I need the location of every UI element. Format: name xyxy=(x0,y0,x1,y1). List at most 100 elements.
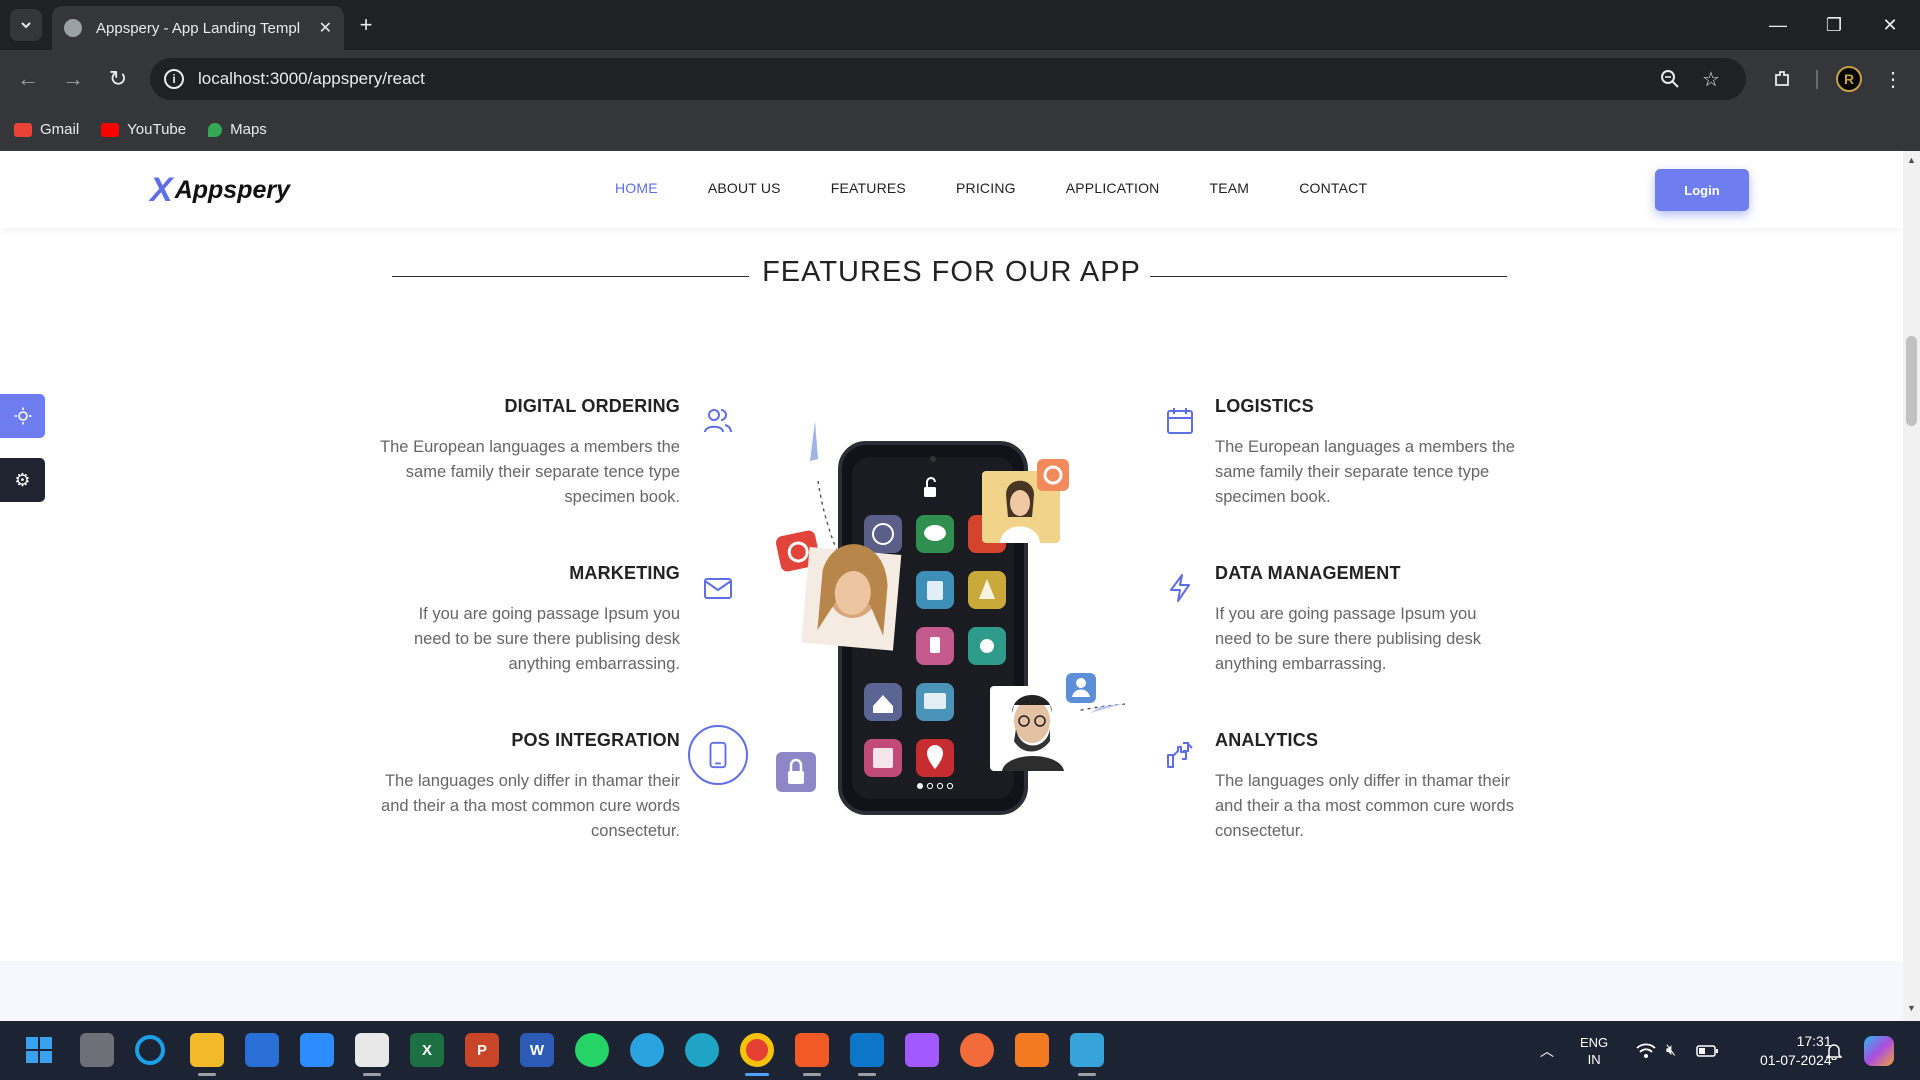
feature-pos-integration: POS INTEGRATION The languages only diffe… xyxy=(380,730,680,844)
mail-icon xyxy=(698,568,738,608)
scroll-down-arrow[interactable]: ▼ xyxy=(1907,1003,1916,1013)
excel-icon[interactable]: X xyxy=(410,1033,444,1067)
feature-analytics: ANALYTICS The languages only differ in t… xyxy=(1215,730,1515,844)
forward-button[interactable]: → xyxy=(58,64,88,94)
next-section-band xyxy=(0,961,1903,1021)
feature-title: DATA MANAGEMENT xyxy=(1215,563,1401,583)
page-scrollbar[interactable]: ▲ ▼ xyxy=(1903,151,1920,1021)
file-explorer-icon[interactable] xyxy=(190,1033,224,1067)
microsoft-store-icon[interactable] xyxy=(245,1033,279,1067)
gmail-icon xyxy=(14,122,32,137)
restore-button[interactable]: ❐ xyxy=(1806,0,1862,50)
bookmark-youtube[interactable]: YouTube xyxy=(101,121,186,138)
minimize-button[interactable]: — xyxy=(1750,0,1806,50)
xampp-icon[interactable] xyxy=(1015,1033,1049,1067)
reload-button[interactable]: ↻ xyxy=(103,64,133,94)
page-viewport: X Appspery HOME ABOUT US FEATURES PRICIN… xyxy=(0,151,1920,1021)
feature-title: POS INTEGRATION xyxy=(511,730,680,750)
nav-home[interactable]: HOME xyxy=(615,180,658,196)
running-indicator xyxy=(1078,1073,1096,1076)
nav-features[interactable]: FEATURES xyxy=(831,180,906,196)
nav-application[interactable]: APPLICATION xyxy=(1066,180,1160,196)
feature-text: The European languages a members the sam… xyxy=(1215,438,1515,506)
feature-text: If you are going passage Ipsum you need … xyxy=(1215,605,1482,673)
bookmark-gmail[interactable]: Gmail xyxy=(14,121,79,138)
browser-toolbar: ← → ↻ i localhost:3000/appspery/react ☆ … xyxy=(0,50,1920,108)
lightning-icon xyxy=(1160,568,1200,608)
feature-title: MARKETING xyxy=(569,563,680,583)
users-icon xyxy=(698,401,738,441)
extensions-icon[interactable] xyxy=(1767,64,1797,94)
site-header: X Appspery HOME ABOUT US FEATURES PRICIN… xyxy=(0,151,1903,228)
globe-icon xyxy=(64,19,82,37)
chrome-icon[interactable] xyxy=(740,1033,774,1067)
feature-logistics: LOGISTICS The European languages a membe… xyxy=(1215,396,1515,510)
logo-text: Appspery xyxy=(174,175,290,204)
active-indicator xyxy=(745,1073,769,1076)
zoom-app-icon[interactable] xyxy=(300,1033,334,1067)
settings-button[interactable]: ⚙ xyxy=(0,458,45,502)
feature-title: ANALYTICS xyxy=(1215,730,1319,750)
wifi-icon[interactable] xyxy=(1636,1021,1656,1080)
menu-kebab-icon[interactable]: ⋮ xyxy=(1878,64,1908,94)
address-bar[interactable]: i localhost:3000/appspery/react ☆ xyxy=(150,58,1746,100)
running-indicator xyxy=(363,1073,381,1076)
figma-icon[interactable] xyxy=(905,1033,939,1067)
running-indicator xyxy=(858,1073,876,1076)
sun-icon xyxy=(14,407,31,425)
task-view-icon[interactable] xyxy=(80,1033,114,1067)
tablet-icon xyxy=(688,725,748,785)
running-indicator xyxy=(198,1073,216,1076)
powerpoint-icon[interactable]: P xyxy=(465,1033,499,1067)
gear-icon: ⚙ xyxy=(14,469,31,490)
close-tab-icon[interactable]: ✕ xyxy=(319,18,332,38)
scroll-up-arrow[interactable]: ▲ xyxy=(1907,155,1916,165)
close-window-button[interactable]: ✕ xyxy=(1862,0,1918,50)
postman-icon[interactable] xyxy=(960,1033,994,1067)
new-tab-button[interactable]: + xyxy=(352,11,380,39)
tab-title: Appspery - App Landing Templ xyxy=(96,19,301,37)
bookmark-star-icon[interactable]: ☆ xyxy=(1702,58,1720,100)
main-nav: HOME ABOUT US FEATURES PRICING APPLICATI… xyxy=(615,180,1417,196)
feature-text: The European languages a members the sam… xyxy=(380,438,680,506)
zoom-icon[interactable] xyxy=(1660,58,1680,100)
phone-illustration xyxy=(770,421,1140,831)
tab-search-button[interactable] xyxy=(10,9,42,41)
battery-icon[interactable] xyxy=(1696,1021,1718,1080)
nav-pricing[interactable]: PRICING xyxy=(956,180,1016,196)
vscode-icon[interactable] xyxy=(850,1033,884,1067)
nav-about-us[interactable]: ABOUT US xyxy=(708,180,781,196)
back-button[interactable]: ← xyxy=(13,64,43,94)
edge-icon[interactable] xyxy=(685,1033,719,1067)
scrollbar-thumb[interactable] xyxy=(1906,336,1917,426)
nav-team[interactable]: TEAM xyxy=(1209,180,1249,196)
thumbs-icon xyxy=(1160,735,1200,775)
bookmarks-bar: Gmail YouTube Maps xyxy=(0,108,1920,151)
show-hidden-icons[interactable]: ︿ xyxy=(1540,1021,1554,1080)
theme-toggle-button[interactable] xyxy=(0,394,45,438)
bookmark-maps[interactable]: Maps xyxy=(208,121,267,138)
browser-tab[interactable]: Appspery - App Landing Templ ✕ xyxy=(52,6,344,50)
notification-bell-icon[interactable] xyxy=(1826,1021,1842,1080)
copilot-icon[interactable] xyxy=(1864,1021,1894,1080)
snipping-tool-icon[interactable] xyxy=(355,1033,389,1067)
notepad-icon[interactable] xyxy=(1070,1033,1104,1067)
site-logo[interactable]: X Appspery xyxy=(150,173,290,207)
chevron-down-icon xyxy=(21,22,31,29)
profile-avatar[interactable]: R xyxy=(1834,64,1864,94)
brave-icon[interactable] xyxy=(795,1033,829,1067)
site-info-icon[interactable]: i xyxy=(164,69,184,89)
telegram-icon[interactable] xyxy=(630,1033,664,1067)
windows-start-icon[interactable] xyxy=(22,1033,56,1067)
calendar-icon xyxy=(1160,401,1200,441)
login-button[interactable]: Login xyxy=(1655,169,1749,211)
whatsapp-icon[interactable] xyxy=(575,1033,609,1067)
logo-mark: X xyxy=(150,171,173,209)
language-indicator[interactable]: ENG IN xyxy=(1580,1021,1608,1080)
clock[interactable]: 17:31 01-07-2024 xyxy=(1760,1021,1832,1080)
nav-contact[interactable]: CONTACT xyxy=(1299,180,1367,196)
word-icon[interactable]: W xyxy=(520,1033,554,1067)
volume-muted-icon[interactable]: 🔇︎ xyxy=(1666,1021,1676,1080)
url-text: localhost:3000/appspery/react xyxy=(198,69,425,88)
cortana-icon[interactable] xyxy=(135,1035,165,1065)
